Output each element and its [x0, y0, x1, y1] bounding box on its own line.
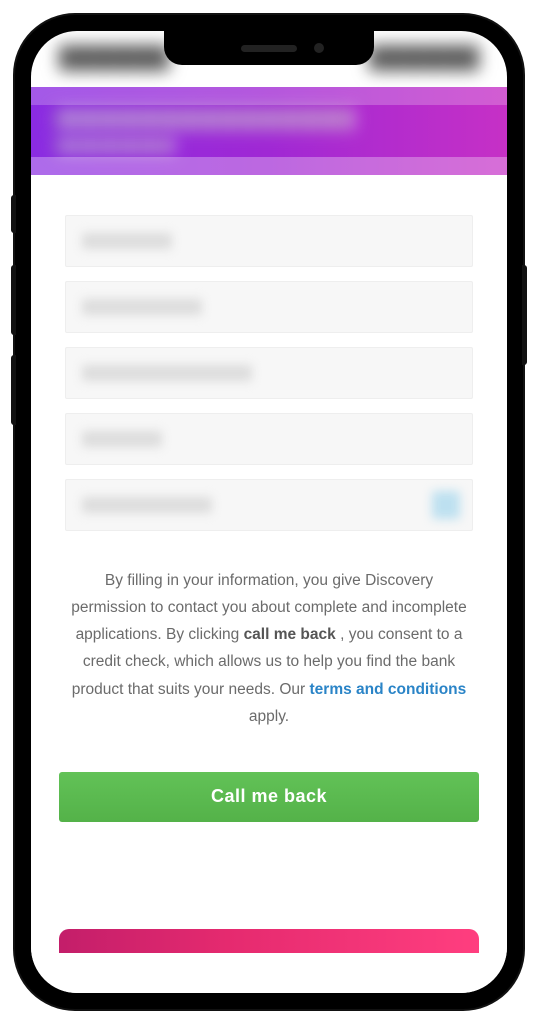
- volume-down-button: [11, 355, 16, 425]
- header-subtitle: ██████: [55, 138, 175, 154]
- power-button: [522, 265, 527, 365]
- field-placeholder: [82, 299, 202, 315]
- status-left: ███: [59, 45, 169, 71]
- call-me-back-button[interactable]: Call me back: [59, 772, 479, 822]
- side-button: [11, 195, 16, 233]
- field-placeholder: [82, 233, 172, 249]
- input-field-1[interactable]: [65, 215, 473, 267]
- header-banner: ████████████ ██████: [31, 87, 507, 175]
- terms-and-conditions-link[interactable]: terms and conditions: [310, 681, 467, 698]
- consent-text: By filling in your information, you give…: [59, 567, 479, 730]
- phone-frame: ███ ███ ████████████ ██████: [15, 15, 523, 1009]
- input-field-4[interactable]: [65, 413, 473, 465]
- screen: ███ ███ ████████████ ██████: [31, 31, 507, 993]
- consent-part3: apply.: [249, 708, 289, 725]
- camera-icon: [314, 43, 324, 53]
- volume-up-button: [11, 265, 16, 335]
- speaker-icon: [241, 45, 297, 52]
- input-field-2[interactable]: [65, 281, 473, 333]
- field-action-icon[interactable]: [432, 491, 460, 519]
- field-placeholder: [82, 365, 252, 381]
- field-placeholder: [82, 497, 212, 513]
- field-placeholder: [82, 431, 162, 447]
- status-right: ███: [369, 45, 479, 71]
- main-content: By filling in your information, you give…: [31, 175, 507, 993]
- notch: [164, 31, 374, 65]
- form-card: [59, 205, 479, 545]
- footer-space: [59, 953, 479, 983]
- consent-bold: call me back: [244, 626, 336, 643]
- bottom-accent-bar: [59, 929, 479, 953]
- input-field-3[interactable]: [65, 347, 473, 399]
- input-field-5[interactable]: [65, 479, 473, 531]
- header-title: ████████████: [55, 108, 355, 130]
